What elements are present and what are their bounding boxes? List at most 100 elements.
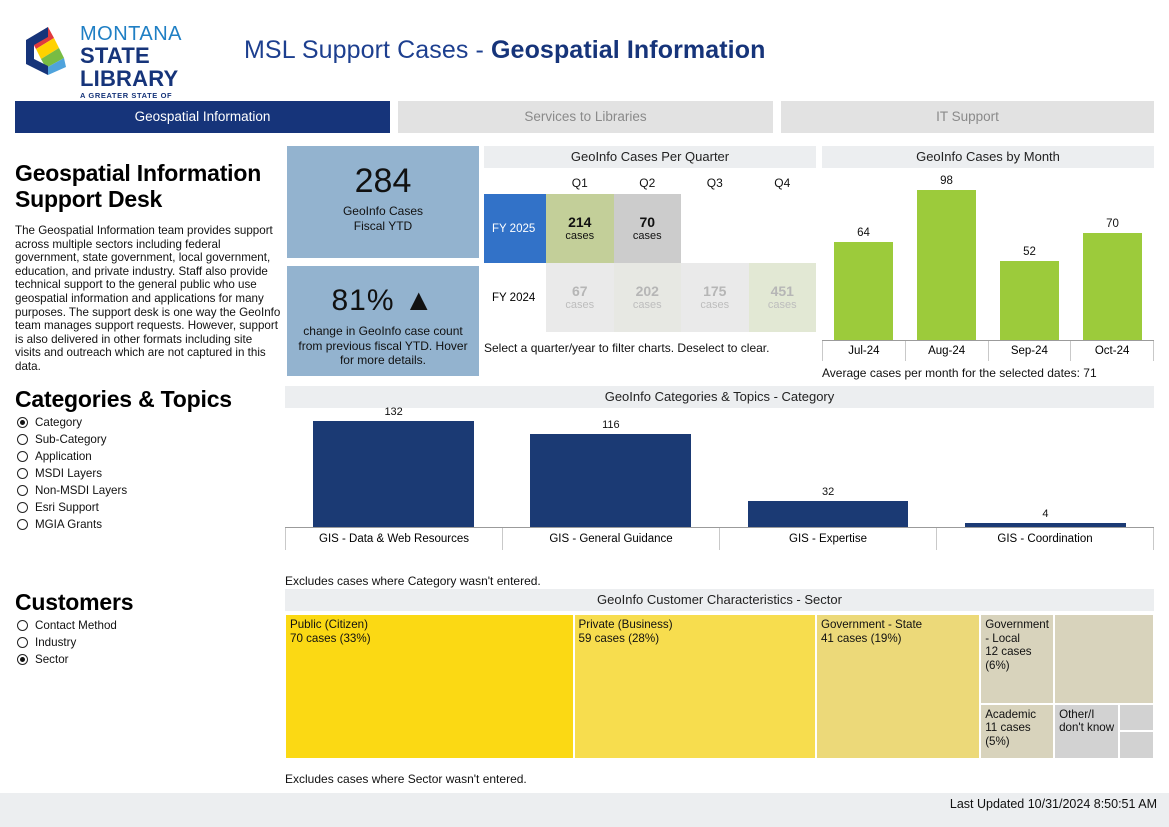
radio-button-icon[interactable] <box>17 485 28 496</box>
tab-strip: Geospatial Information Services to Libra… <box>15 101 1154 133</box>
category-option-non-msdi-layers[interactable]: Non-MSDI Layers <box>15 482 281 499</box>
quarter-cell-q3[interactable]: 175cases <box>681 263 749 332</box>
quarter-header-q2: Q2 <box>614 176 682 190</box>
radio-button-icon[interactable] <box>17 451 28 462</box>
quarter-column-headers: Q1 Q2 Q3 Q4 <box>484 172 816 194</box>
quarter-header-q3: Q3 <box>681 176 749 190</box>
kpi-card-change[interactable]: 81% ▲ change in GeoInfo case count from … <box>287 266 479 376</box>
radio-button-icon[interactable] <box>17 620 28 631</box>
category-bar[interactable] <box>313 421 474 527</box>
treemap-cell-detail: 12 cases (6%) <box>985 645 1049 672</box>
quarter-cell-unit: cases <box>565 299 594 312</box>
tab-geospatial-information[interactable]: Geospatial Information <box>15 101 390 133</box>
radio-button-icon[interactable] <box>17 434 28 445</box>
category-option-application[interactable]: Application <box>15 448 281 465</box>
month-axis-label[interactable]: Oct-24 <box>1070 341 1154 361</box>
customer-sector-cells: Public (Citizen)70 cases (33%)Private (B… <box>285 614 1154 759</box>
customers-radio-group[interactable]: Contact MethodIndustrySector <box>15 617 281 668</box>
month-axis-label[interactable]: Sep-24 <box>988 341 1071 361</box>
month-axis-label[interactable]: Jul-24 <box>822 341 905 361</box>
kpi-card-total-cases[interactable]: 284 GeoInfo Cases Fiscal YTD <box>287 146 479 258</box>
tab-it-support[interactable]: IT Support <box>781 101 1154 133</box>
radio-button-icon[interactable] <box>17 519 28 530</box>
sidebar-heading: Geospatial Information Support Desk <box>15 160 281 212</box>
category-option-category[interactable]: Category <box>15 414 281 431</box>
treemap-cell-label: Public (Citizen) <box>290 618 569 632</box>
treemap-cell-government-state[interactable]: Government - State41 cases (19%) <box>816 614 980 759</box>
category-bar-slot: 132 <box>285 411 502 527</box>
category-option-msdi-layers[interactable]: MSDI Layers <box>15 465 281 482</box>
sidebar-description: The Geospatial Information team provides… <box>15 224 281 374</box>
quarter-header-q4: Q4 <box>749 176 817 190</box>
category-option-mgia-grants[interactable]: MGIA Grants <box>15 516 281 533</box>
category-bar[interactable] <box>748 501 909 527</box>
quarter-cell-q3[interactable] <box>681 194 749 263</box>
cases-by-month-axis: Jul-24Aug-24Sep-24Oct-24 <box>822 341 1154 361</box>
quarter-cell-q2[interactable]: 202cases <box>614 263 682 332</box>
month-bar[interactable] <box>1083 233 1143 340</box>
quarter-cell-unit: cases <box>633 299 662 312</box>
category-axis-label[interactable]: GIS - General Guidance <box>502 528 719 550</box>
treemap-cell-private-business[interactable]: Private (Business)59 cases (28%) <box>574 614 816 759</box>
treemap-cell-academic[interactable]: Academic11 cases (5%) <box>980 704 1054 759</box>
quarter-cell-value: 175 <box>703 283 726 299</box>
treemap-cell-unlabeled[interactable] <box>1119 704 1154 732</box>
customer-option-sector[interactable]: Sector <box>15 651 281 668</box>
quarter-cell-unit: cases <box>768 299 797 312</box>
category-axis-label[interactable]: GIS - Expertise <box>719 528 936 550</box>
quarter-cell-q4[interactable] <box>749 194 817 263</box>
month-bar[interactable] <box>1000 261 1060 340</box>
radio-button-icon[interactable] <box>17 502 28 513</box>
month-bar-value: 98 <box>905 175 988 187</box>
quarter-cell-value: 451 <box>771 283 794 299</box>
kpi-total-cases-label: GeoInfo Cases Fiscal YTD <box>287 200 479 233</box>
category-bar[interactable] <box>530 434 691 527</box>
month-bar-slot: 64 <box>822 172 905 340</box>
kpi-total-cases-label-line2: Fiscal YTD <box>287 219 479 234</box>
customer-option-industry[interactable]: Industry <box>15 634 281 651</box>
month-bar[interactable] <box>917 190 977 340</box>
month-axis-label[interactable]: Aug-24 <box>905 341 988 361</box>
cases-per-quarter-chart: GeoInfo Cases Per Quarter Q1 Q2 Q3 Q4 FY… <box>484 146 816 355</box>
treemap-cell-detail: 59 cases (28%) <box>579 632 811 646</box>
page-title-prefix: MSL Support Cases - <box>244 36 491 64</box>
quarter-cell-q1[interactable]: 214cases <box>546 194 614 263</box>
customer-option-contact-method[interactable]: Contact Method <box>15 617 281 634</box>
category-axis-label[interactable]: GIS - Data & Web Resources <box>285 528 502 550</box>
quarter-row-label[interactable]: FY 2025 <box>484 194 546 263</box>
treemap-cell-unlabeled[interactable] <box>1054 614 1154 704</box>
quarter-cell-unit: cases <box>633 230 662 243</box>
categories-radio-group[interactable]: Category Sub-Category ApplicationMSDI Laye… <box>15 414 281 533</box>
category-bar[interactable] <box>965 523 1126 527</box>
cases-by-month-plot: 64985270 <box>822 172 1154 341</box>
category-option-sub-category[interactable]: Sub-Category <box>15 431 281 448</box>
category-bar-value: 4 <box>937 508 1154 520</box>
radio-button-icon[interactable] <box>17 417 28 428</box>
sidebar-intro: Geospatial Information Support Desk The … <box>15 160 281 374</box>
kpi-change-percent: 81% <box>331 284 394 317</box>
radio-button-icon[interactable] <box>17 637 28 648</box>
page-title-bold: Geospatial Information <box>491 36 765 64</box>
month-bar-value: 70 <box>1071 218 1154 230</box>
quarter-row-label[interactable]: FY 2024 <box>484 263 546 332</box>
categories-topics-filter: Categories & Topics CategorySub-Category… <box>15 386 281 533</box>
treemap-cell-public-citizen[interactable]: Public (Citizen)70 cases (33%) <box>285 614 574 759</box>
radio-button-icon[interactable] <box>17 468 28 479</box>
quarter-cell-q4[interactable]: 451cases <box>749 263 817 332</box>
category-axis-label[interactable]: GIS - Coordination <box>936 528 1154 550</box>
quarter-cell-value: 214 <box>568 214 591 230</box>
treemap-cell-unlabeled[interactable] <box>1119 731 1154 759</box>
categories-topics-bars: 132116324 <box>285 411 1154 527</box>
quarter-cell-q1[interactable]: 67cases <box>546 263 614 332</box>
category-bar-value: 116 <box>502 419 719 431</box>
treemap-cell-government-local[interactable]: Government - Local12 cases (6%) <box>980 614 1054 704</box>
treemap-cell-other-i-don-t-know[interactable]: Other/I don't know <box>1054 704 1119 759</box>
quarter-cell-q2[interactable]: 70cases <box>614 194 682 263</box>
month-bar-value: 64 <box>822 227 905 239</box>
category-option-label: Sub-Category <box>35 433 107 446</box>
tab-services-to-libraries[interactable]: Services to Libraries <box>398 101 773 133</box>
quarter-cell-value: 202 <box>636 283 659 299</box>
radio-button-icon[interactable] <box>17 654 28 665</box>
month-bar[interactable] <box>834 242 894 340</box>
category-option-esri-support[interactable]: Esri Support <box>15 499 281 516</box>
